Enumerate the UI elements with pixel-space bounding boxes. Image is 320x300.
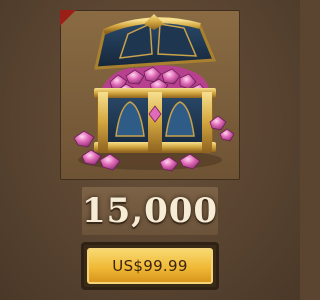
buy-button[interactable]: US$99.99 (81, 242, 219, 290)
buy-button-face[interactable]: US$99.99 (87, 248, 213, 284)
amount-plate: 15,000 (82, 187, 218, 235)
price-label: US$99.99 (112, 257, 188, 275)
corner-ribbon (60, 10, 76, 26)
offer-item-frame (60, 10, 240, 180)
treasure-chest-gems-icon (73, 14, 235, 172)
gem-amount: 15,000 (81, 191, 219, 231)
